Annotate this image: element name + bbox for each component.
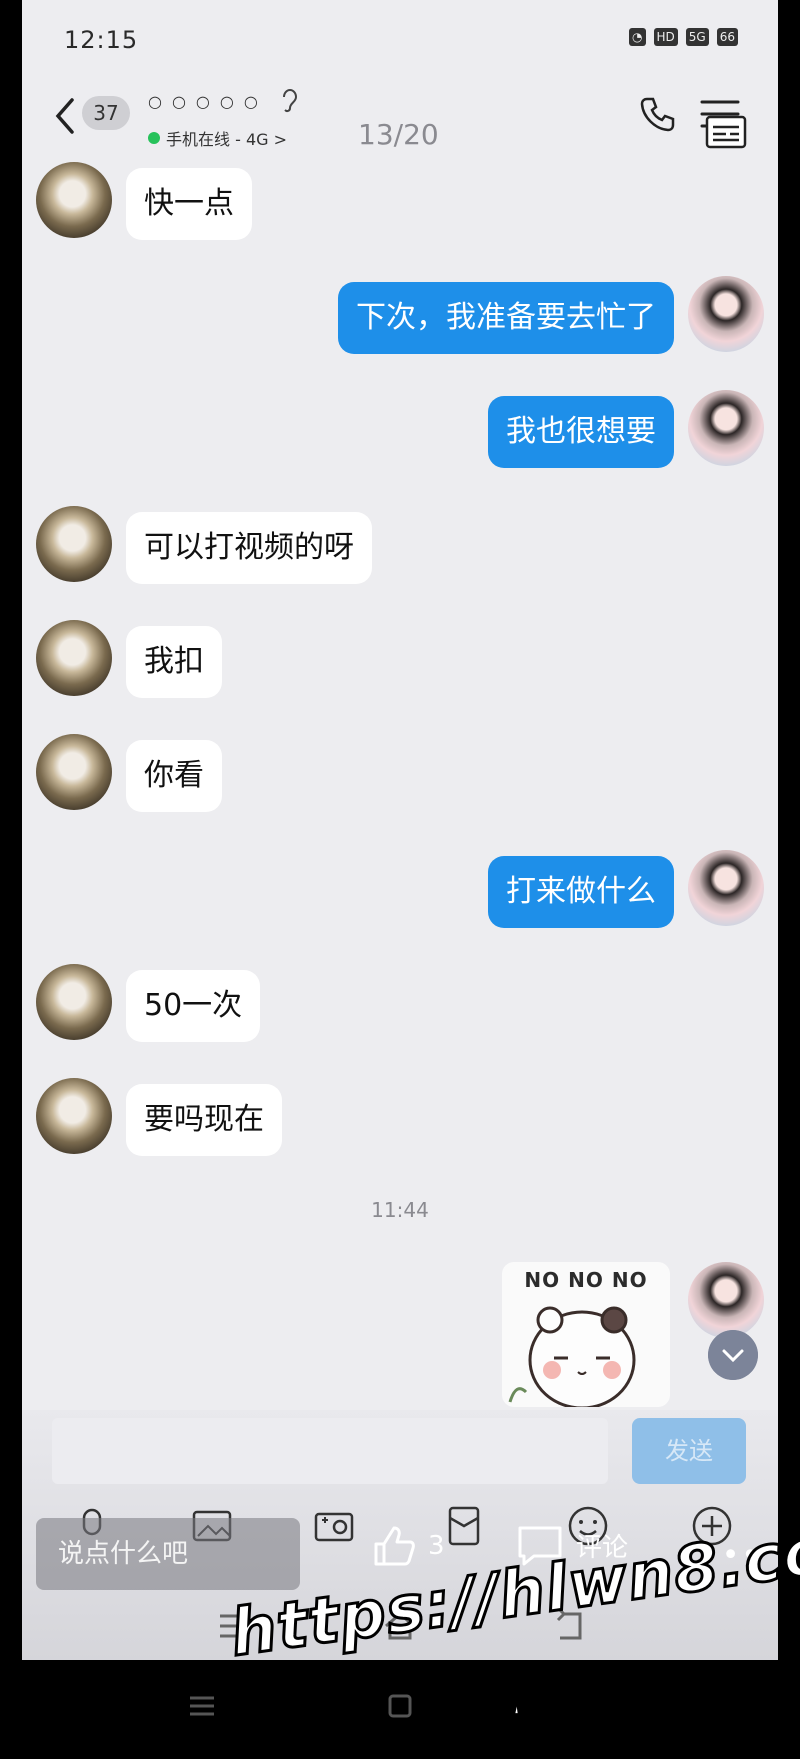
status-time: 12:15 <box>64 26 139 54</box>
unread-badge[interactable]: 37 <box>82 96 130 130</box>
contact-avatar[interactable] <box>36 620 112 696</box>
online-status-text: 手机在线 - 4G > <box>166 130 288 149</box>
message-row: 可以打视频的呀 <box>36 506 372 584</box>
online-status[interactable]: 手机在线 - 4G > <box>148 126 287 150</box>
contact-name-dots: ○○○○○ <box>148 92 268 111</box>
message-row: 要吗现在 <box>36 1078 282 1156</box>
message-row: 我也很想要 <box>488 390 764 468</box>
back-icon[interactable] <box>50 96 80 136</box>
outer-home-icon[interactable] <box>384 1690 416 1722</box>
like-count: 3 <box>428 1531 445 1561</box>
image-pager: 13/20 <box>358 118 439 151</box>
self-avatar[interactable] <box>688 390 764 466</box>
send-button[interactable]: 发送 <box>632 1418 746 1484</box>
contact-avatar[interactable] <box>36 734 112 810</box>
ear-icon <box>283 89 298 113</box>
scroll-down-icon[interactable] <box>708 1330 758 1380</box>
phone-icon[interactable] <box>638 94 678 134</box>
message-row: 打来做什么 <box>488 850 764 928</box>
contact-avatar[interactable] <box>36 506 112 582</box>
battery-icon: 66 <box>716 28 738 46</box>
message-row: 我扣 <box>36 620 222 698</box>
contact-avatar[interactable] <box>36 1078 112 1154</box>
message-bubble-right[interactable]: 打来做什么 <box>488 856 674 928</box>
message-row: 下次，我准备要去忙了 <box>338 276 764 354</box>
comment-input[interactable]: 说点什么吧 <box>36 1518 300 1590</box>
message-row <box>688 1262 764 1338</box>
sticker-message[interactable]: NO NO NO <box>502 1262 670 1407</box>
chat-header: 37 ○○○○○ 手机在线 - 4G > 13/20 <box>22 78 778 158</box>
alarm-icon: ◔ <box>629 28 646 46</box>
message-bubble-left[interactable]: 50一次 <box>126 970 261 1042</box>
outer-nav-bar <box>0 1660 800 1758</box>
message-bubble-left[interactable]: 可以打视频的呀 <box>126 512 372 584</box>
bear-sticker-icon <box>508 1306 636 1407</box>
outer-menu-icon[interactable] <box>186 1690 218 1722</box>
message-timestamp: 11:44 <box>371 1198 429 1222</box>
card-icon[interactable] <box>704 112 748 152</box>
contact-avatar[interactable] <box>36 964 112 1040</box>
message-row: 快一点 <box>36 162 252 240</box>
chat-screen: 12:15 ◔ HD 5G 66 37 ○○○○○ 手机在线 - 4G > 13… <box>22 0 778 1660</box>
self-avatar[interactable] <box>688 850 764 926</box>
status-bar: 12:15 ◔ HD 5G 66 <box>22 0 778 80</box>
message-input[interactable] <box>52 1418 608 1484</box>
contact-avatar[interactable] <box>36 162 112 238</box>
status-icons: ◔ HD 5G 66 <box>629 28 738 46</box>
hd-icon: HD <box>653 28 678 46</box>
message-row: 50一次 <box>36 964 261 1042</box>
message-bubble-left[interactable]: 我扣 <box>126 626 222 698</box>
message-bubble-left[interactable]: 要吗现在 <box>126 1084 282 1156</box>
signal-icon: 5G <box>685 28 709 46</box>
message-bubble-left[interactable]: 你看 <box>126 740 222 812</box>
self-avatar[interactable] <box>688 1262 764 1338</box>
message-row: 你看 <box>36 734 222 812</box>
like-button[interactable]: 3 <box>370 1522 445 1570</box>
message-bubble-right[interactable]: 下次，我准备要去忙了 <box>338 282 674 354</box>
online-dot-icon <box>148 132 160 144</box>
thumbs-up-icon <box>374 1526 415 1566</box>
message-bubble-left[interactable]: 快一点 <box>126 168 252 240</box>
self-avatar[interactable] <box>688 276 764 352</box>
message-bubble-right[interactable]: 我也很想要 <box>488 396 674 468</box>
